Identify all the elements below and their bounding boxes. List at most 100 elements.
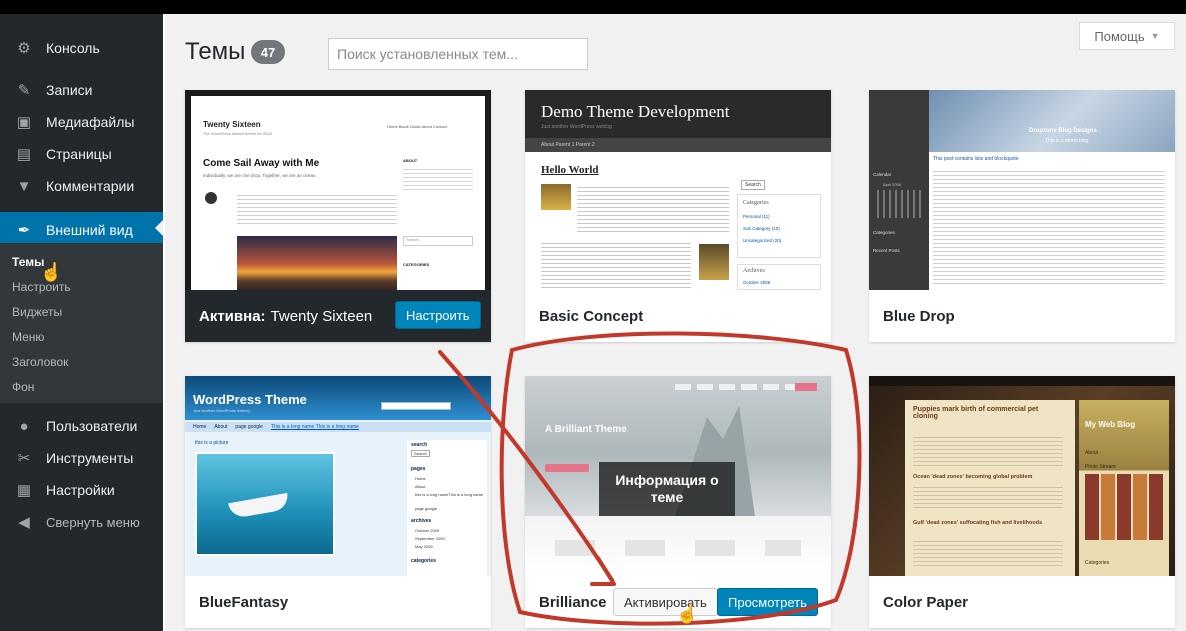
theme-screenshot: Demo Theme Development Just another Word… <box>525 90 831 290</box>
active-label: Активна: <box>199 307 266 325</box>
sidebar-item-label: Записи <box>46 82 93 98</box>
top-bar <box>0 0 1186 14</box>
shot-widget-lines <box>403 166 473 192</box>
theme-card-basic-concept[interactable]: Demo Theme Development Just another Word… <box>525 90 831 342</box>
sidebar-item-label: Комментарии <box>46 178 135 194</box>
shot-search-button: Search <box>741 180 765 190</box>
shot-post-lead: Individually, we are one drop. Together,… <box>203 173 317 178</box>
shot-page-item: About <box>415 484 426 489</box>
theme-name: Basic Concept <box>539 307 644 325</box>
sidebar-item-users[interactable]: ● Пользователи <box>0 410 163 442</box>
comments-icon: ▼ <box>16 177 32 195</box>
shot-nav-item: page google <box>235 424 263 430</box>
shot-search-btn: Search <box>411 450 430 457</box>
shot-side-recent: Recent Posts <box>873 248 900 253</box>
shot-page-item: Home <box>415 476 426 481</box>
theme-search-input[interactable] <box>328 38 588 70</box>
shot-site-title: Twenty Sixteen <box>203 120 261 129</box>
shot-hero-title: A Brilliant Theme <box>545 424 627 435</box>
preview-button[interactable]: Просмотреть <box>717 588 818 616</box>
shot-side-about: About <box>1085 450 1099 456</box>
shot-nav-highlight <box>795 383 817 391</box>
shot-widget-search: search <box>411 442 428 448</box>
pages-icon: ▤ <box>16 146 32 163</box>
theme-card-footer: Blue Drop <box>869 290 1175 342</box>
theme-screenshot: WordPress Theme Just another WordPress w… <box>185 376 491 576</box>
submenu-item-widgets[interactable]: Виджеты <box>12 305 62 319</box>
theme-card-brilliance[interactable]: A Brilliant Theme Информация о теме Bril… <box>525 376 831 628</box>
shot-post1-title: Puppies mark birth of commercial pet clo… <box>913 406 1039 420</box>
sidebar-item-posts[interactable]: ✎ Записи <box>0 74 163 106</box>
shot-widget-pages: pages <box>411 466 426 472</box>
shot-site-title: WordPress Theme <box>193 392 307 407</box>
shot-page-item: this is a long nameThis is a long name <box>415 492 484 497</box>
theme-name: Brilliance <box>539 593 607 611</box>
settings-icon: ▦ <box>16 482 32 499</box>
appearance-submenu: Темы Настроить Виджеты Меню Заголовок Фо… <box>0 243 163 403</box>
sidebar-item-label: Настройки <box>46 482 115 498</box>
sidebar-item-tools[interactable]: ✂ Инструменты <box>0 442 163 474</box>
shot-side-month: April 2008 <box>883 182 902 187</box>
shot-nav: Home About page google This is a long na… <box>185 422 491 432</box>
tools-icon: ✂ <box>17 450 31 467</box>
shot-nav-item: Home <box>193 424 207 430</box>
sidebar-item-settings[interactable]: ▦ Настройки <box>0 474 163 506</box>
shot-banner-title: Dropzone Blog Designs <box>1029 128 1097 134</box>
brush-icon: ✒ <box>17 222 31 239</box>
sidebar-item-media[interactable]: ▣ Медиафайлы <box>0 106 163 138</box>
sidebar-item-label: Страницы <box>46 146 112 162</box>
shot-archive-item: October 2006 <box>743 280 771 285</box>
shot-widget-categories: Categories <box>743 200 769 206</box>
theme-details-overlay[interactable]: Информация о теме <box>599 462 735 516</box>
help-tab-button[interactable]: Помощь ▼ <box>1079 22 1175 50</box>
shot-hero-button <box>545 464 589 472</box>
theme-screenshot: Dropzone Blog Designs This is a demo blo… <box>869 90 1175 290</box>
customize-button[interactable]: Настроить <box>395 301 481 329</box>
theme-card-twenty-sixteen[interactable]: Twenty Sixteen The WordPress default the… <box>185 90 491 342</box>
shot-nav: Home Blank Guide About Contact <box>387 124 447 129</box>
shot-image <box>541 184 571 210</box>
shot-text-lines-2 <box>913 484 1063 508</box>
shot-widget-about: ABOUT <box>403 158 418 163</box>
chevron-down-icon: ▼ <box>1150 31 1160 41</box>
shot-banner-sub: This is a demo blog <box>1045 138 1089 144</box>
theme-card-color-paper[interactable]: Puppies mark birth of commercial pet clo… <box>869 376 1175 628</box>
media-icon: ▣ <box>16 114 32 131</box>
shot-text-lines <box>237 192 397 226</box>
shot-features <box>555 540 801 556</box>
page-title: Темы <box>185 38 246 65</box>
theme-count-badge: 47 <box>251 40 285 64</box>
sidebar-item-pages[interactable]: ▤ Страницы <box>0 138 163 170</box>
theme-screenshot: A Brilliant Theme Информация о теме <box>525 376 831 576</box>
theme-name: Twenty Sixteen <box>270 307 373 325</box>
theme-card-bluefantasy[interactable]: WordPress Theme Just another WordPress w… <box>185 376 491 628</box>
shot-post-title: this is a picture <box>195 440 229 446</box>
shot-widget-categories: categories <box>411 558 437 564</box>
submenu-item-header[interactable]: Заголовок <box>12 355 68 369</box>
shot-widget-archives: archives <box>411 518 432 524</box>
shot-side-categories: Categories <box>1085 560 1110 566</box>
theme-card-blue-drop[interactable]: Dropzone Blog Designs This is a demo blo… <box>869 90 1175 342</box>
sunset-image <box>237 236 397 290</box>
shot-image-2 <box>699 244 729 280</box>
shot-cat-item: Uncategorized (20) <box>743 238 782 243</box>
submenu-item-menus[interactable]: Меню <box>12 330 44 344</box>
sidebar-item-label: Пользователи <box>46 418 138 434</box>
hand-cursor-icon: ☝ <box>40 262 63 282</box>
theme-screenshot: Twenty Sixteen The WordPress default the… <box>185 90 491 290</box>
main-content: Темы 47 Помощь ▼ Twenty Sixteen The Word… <box>165 14 1186 631</box>
sidebar-item-console[interactable]: ⚙ Консоль <box>0 32 163 64</box>
shot-nav-item: About <box>214 424 228 430</box>
shot-nav-item: This is a long name This is a long name <box>270 424 359 430</box>
sidebar-item-collapse[interactable]: ◀ Свернуть меню <box>0 506 163 538</box>
theme-name: BlueFantasy <box>199 593 289 611</box>
activate-button[interactable]: Активировать <box>613 588 718 616</box>
sidebar-item-comments[interactable]: ▼ Комментарии <box>0 170 163 202</box>
shot-topbar <box>869 376 1175 386</box>
avatar <box>205 192 217 204</box>
shot-cat-item: Sub Category (10) <box>743 226 780 231</box>
shot-tagline: Just another WordPress weblog <box>193 408 250 413</box>
submenu-item-background[interactable]: Фон <box>12 380 34 394</box>
dashboard-icon: ⚙ <box>17 40 31 57</box>
admin-sidebar: ⚙ Консоль ✎ Записи ▣ Медиафайлы ▤ Страни… <box>0 14 163 631</box>
